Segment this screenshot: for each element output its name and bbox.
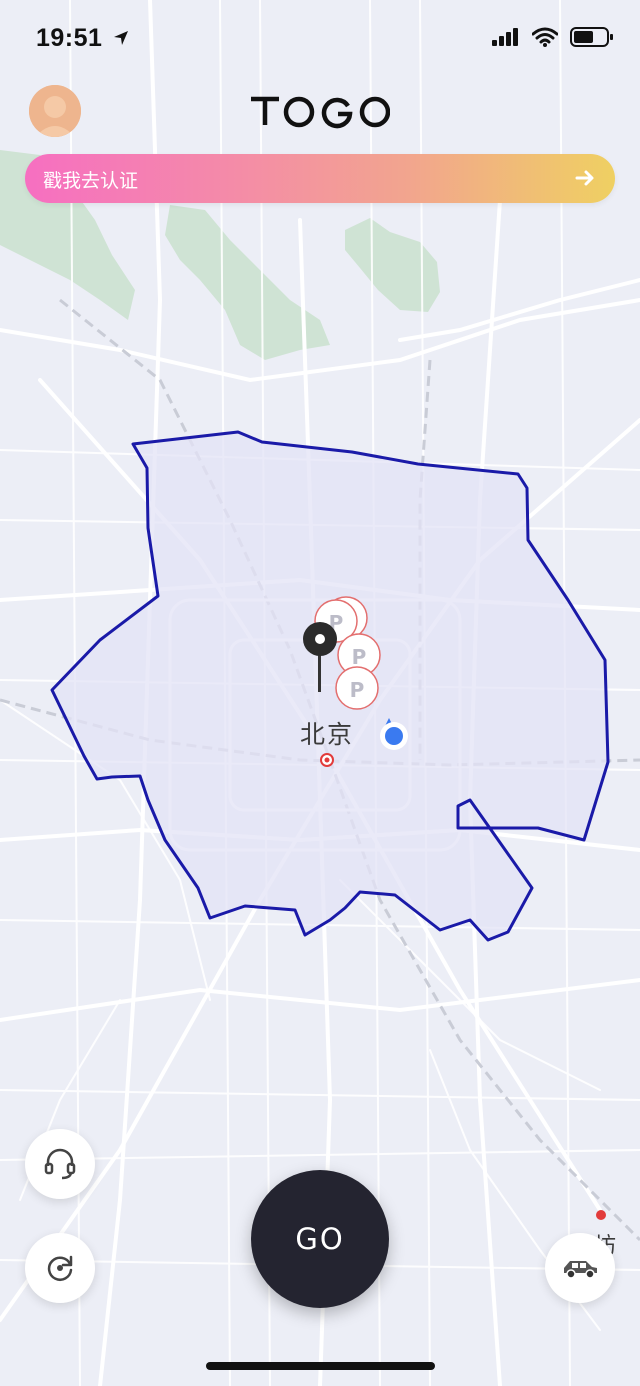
- home-indicator: [206, 1362, 435, 1370]
- go-button[interactable]: GO: [251, 1170, 389, 1308]
- status-time: 19:51: [36, 24, 130, 53]
- banner-text: 戳我去认证: [43, 171, 139, 192]
- status-icons: [492, 26, 614, 48]
- customer-service-button[interactable]: [25, 1129, 95, 1199]
- location-arrow-icon: [113, 31, 128, 45]
- city-label: 北京: [300, 720, 355, 749]
- city-center-marker: [320, 753, 334, 767]
- signal-icon: [492, 28, 518, 46]
- refresh-icon: [47, 1255, 73, 1281]
- battery-icon: [570, 27, 613, 47]
- svg-text:P: P: [352, 645, 367, 669]
- svg-text:P: P: [350, 678, 365, 702]
- vehicle-button[interactable]: [545, 1233, 615, 1303]
- car-icon: [564, 1261, 597, 1279]
- arrow-right-icon: [575, 170, 594, 186]
- brand-logo: [0, 86, 640, 137]
- parking-marker-icon[interactable]: P: [335, 666, 379, 710]
- refresh-location-button[interactable]: [25, 1233, 95, 1303]
- wifi-icon: [532, 27, 558, 47]
- headset-icon: [44, 1148, 76, 1180]
- city-marker-2: [596, 1210, 606, 1220]
- status-bar: 19:51: [0, 0, 640, 80]
- verification-banner[interactable]: 戳我去认证: [25, 154, 615, 203]
- go-label: GO: [295, 1222, 345, 1256]
